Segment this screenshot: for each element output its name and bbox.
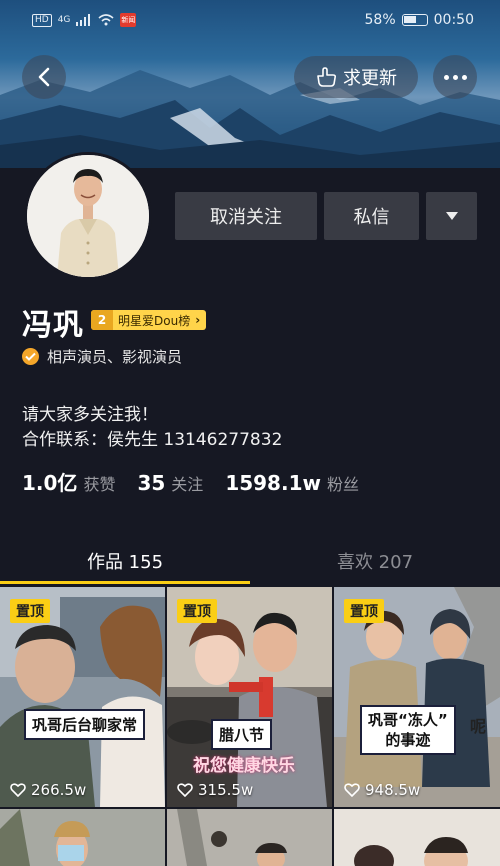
video-likes: 948.5w <box>344 781 420 799</box>
message-button[interactable]: 私信 <box>324 192 419 240</box>
video-caption-line-2: 的事迹 <box>385 731 431 749</box>
likes-stat: 1.0亿 获赞 <box>22 467 115 496</box>
video-likes: 315.5w <box>177 781 253 799</box>
more-options-button[interactable] <box>433 55 477 99</box>
video-likes-count: 266.5w <box>31 781 87 799</box>
following-label: 关注 <box>171 475 204 494</box>
unfollow-button[interactable]: 取消关注 <box>175 192 317 240</box>
followers-stat[interactable]: 1598.1w 粉丝 <box>225 471 359 495</box>
following-stat[interactable]: 35 关注 <box>137 471 203 495</box>
active-tab-indicator <box>0 581 250 584</box>
signal-bars-icon <box>76 14 91 26</box>
request-update-label: 求更新 <box>343 68 397 89</box>
chevron-left-icon <box>38 67 50 87</box>
video-thumbnail <box>167 809 332 866</box>
avatar[interactable] <box>24 152 152 280</box>
video-subline: 祝您健康快乐 <box>193 756 295 776</box>
heart-icon <box>10 783 26 797</box>
video-tile[interactable] <box>0 809 165 866</box>
video-tile[interactable]: 置顶 巩哥后台聊家常 266.5w <box>0 587 165 807</box>
pinned-badge: 置顶 <box>344 599 384 623</box>
status-bar: HD 4G 新闻 58% 00:50 <box>0 0 500 40</box>
profile-name: 冯巩 <box>22 308 84 343</box>
video-likes: 266.5w <box>10 781 86 799</box>
avatar-photo <box>27 155 149 277</box>
verification-text: 相声演员、影视演员 <box>47 348 183 366</box>
heart-icon <box>177 783 193 797</box>
hd-indicator: HD <box>32 13 52 27</box>
pointing-hand-icon <box>317 67 337 87</box>
video-caption: 巩哥后台聊家常 <box>24 709 146 740</box>
video-likes-count: 948.5w <box>365 781 421 799</box>
battery-percent: 58% <box>364 12 396 28</box>
following-count: 35 <box>137 471 166 495</box>
video-caption: 巩哥“冻人” 的事迹 <box>360 705 456 755</box>
video-caption: 腊八节 <box>211 719 273 750</box>
video-thumbnail <box>0 809 165 866</box>
video-tile[interactable]: 置顶 腊八节 祝您健康快乐 315.5w <box>167 587 332 807</box>
video-tile[interactable] <box>334 809 500 866</box>
followers-label: 粉丝 <box>326 475 359 494</box>
likes-label: 获赞 <box>83 475 116 494</box>
verification-row: 相声演员、影视演员 <box>22 346 182 367</box>
pinned-badge: 置顶 <box>10 599 50 623</box>
profile-stats: 1.0亿 获赞 35 关注 1598.1w 粉丝 <box>22 467 381 496</box>
app-notification-icon: 新闻 <box>120 13 137 27</box>
tab-likes[interactable]: 喜欢 207 <box>250 537 500 585</box>
triangle-down-icon <box>445 212 458 220</box>
chevron-right-icon: › <box>195 313 201 327</box>
video-likes-count: 315.5w <box>198 781 254 799</box>
verified-check-icon <box>22 348 39 365</box>
video-caption-line-1: 巩哥“冻人” <box>368 711 448 729</box>
back-button[interactable] <box>22 55 66 99</box>
video-tile[interactable] <box>167 809 332 866</box>
bio-line-1: 请大家多关注我！ <box>22 405 158 425</box>
signal-icon: 4G <box>57 15 71 25</box>
video-thumbnail <box>334 809 500 866</box>
recommend-dropdown-button[interactable] <box>426 192 477 240</box>
more-dots-icon <box>443 74 467 80</box>
request-update-button[interactable]: 求更新 <box>294 56 418 98</box>
content-tabs: 作品 155 喜欢 207 <box>0 537 500 585</box>
clock: 00:50 <box>433 12 474 28</box>
tab-works[interactable]: 作品 155 <box>0 537 250 585</box>
followers-count: 1598.1w <box>225 471 321 495</box>
video-tile[interactable]: 置顶 巩哥“冻人” 的事迹 呢 948.5w <box>334 587 500 807</box>
likes-count: 1.0亿 <box>22 471 78 495</box>
heart-icon <box>344 783 360 797</box>
video-side-text: 呢 <box>470 717 487 736</box>
wifi-icon <box>98 14 114 26</box>
bio-line-2: 合作联系：侯先生 13146277832 <box>22 430 283 450</box>
rank-label: 明星爱Dou榜 <box>118 313 191 328</box>
bio: 请大家多关注我！ 合作联系：侯先生 13146277832 <box>22 403 282 453</box>
battery-icon <box>401 14 428 26</box>
rank-number: 2 <box>91 310 113 330</box>
rank-badge[interactable]: 2 明星爱Dou榜 › <box>91 310 207 330</box>
pinned-badge: 置顶 <box>177 599 217 623</box>
